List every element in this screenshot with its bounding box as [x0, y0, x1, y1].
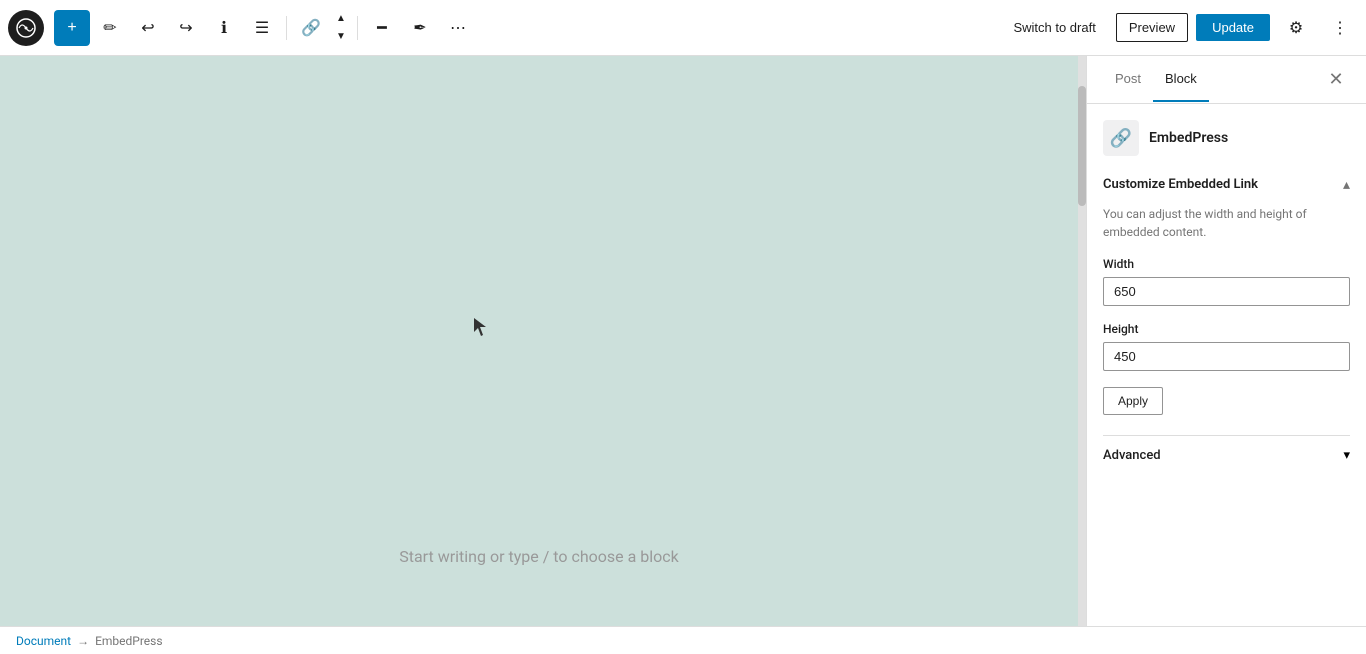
tab-post[interactable]: Post	[1103, 57, 1153, 102]
apply-button[interactable]: Apply	[1103, 387, 1163, 415]
align-button[interactable]: ━	[364, 10, 400, 46]
tools-button[interactable]: ✏	[92, 10, 128, 46]
cursor-icon	[474, 318, 486, 336]
close-icon: ✕	[1328, 69, 1343, 90]
details-button[interactable]: ℹ	[206, 10, 242, 46]
block-name-label: EmbedPress	[1149, 130, 1228, 146]
height-label: Height	[1103, 322, 1350, 336]
pencil-icon: ✏	[103, 18, 116, 38]
add-block-button[interactable]: +	[54, 10, 90, 46]
settings-button[interactable]: ⚙	[1278, 10, 1314, 46]
list-view-button[interactable]: ☰	[244, 10, 280, 46]
wordpress-logo	[8, 10, 44, 46]
editor-scrollbar[interactable]	[1078, 56, 1086, 626]
settings-sidebar: Post Block ✕ 🔗 EmbedPress Customize Embe…	[1086, 56, 1366, 626]
advanced-section[interactable]: Advanced ▾	[1103, 435, 1350, 475]
scrollbar-thumb[interactable]	[1078, 86, 1086, 206]
switch-to-draft-button[interactable]: Switch to draft	[1001, 14, 1107, 41]
breadcrumb-document[interactable]: Document	[16, 634, 71, 648]
align-icon: ━	[377, 18, 387, 38]
breadcrumb-separator: →	[77, 634, 89, 648]
width-field: Width	[1103, 257, 1350, 322]
toolbar-divider-1	[286, 16, 287, 40]
block-header: 🔗 EmbedPress	[1103, 120, 1350, 156]
close-sidebar-button[interactable]: ✕	[1322, 66, 1350, 94]
highlighter-button[interactable]: ✒	[402, 10, 438, 46]
breadcrumb-current: EmbedPress	[95, 634, 163, 648]
more-options-block-button[interactable]: ⋯	[440, 10, 476, 46]
up-down-arrows: ▲ ▼	[331, 10, 351, 46]
width-label: Width	[1103, 257, 1350, 271]
more-menu-button[interactable]: ⋮	[1322, 10, 1358, 46]
section-collapse-button[interactable]: ▴	[1343, 176, 1350, 193]
tab-block[interactable]: Block	[1153, 57, 1209, 102]
height-field: Height	[1103, 322, 1350, 387]
bottom-bar: Document → EmbedPress	[0, 626, 1366, 654]
link-icon: 🔗	[301, 18, 321, 38]
embedpress-block-icon: 🔗	[1103, 120, 1139, 156]
vertical-ellipsis-icon: ⋮	[1332, 18, 1348, 38]
list-icon: ☰	[255, 18, 269, 38]
toolbar-right: Switch to draft Preview Update ⚙ ⋮	[1001, 10, 1358, 46]
section-description: You can adjust the width and height of e…	[1103, 205, 1350, 241]
redo-button[interactable]: ↪	[168, 10, 204, 46]
chevron-up-icon: ▴	[1343, 176, 1350, 192]
redo-icon: ↪	[179, 18, 192, 38]
section-header: Customize Embedded Link ▴	[1103, 176, 1350, 193]
sidebar-header: Post Block ✕	[1087, 56, 1366, 104]
plus-icon: +	[67, 19, 76, 37]
undo-button[interactable]: ↩	[130, 10, 166, 46]
editor-area[interactable]: Start writing or type / to choose a bloc…	[0, 56, 1078, 626]
editor-canvas	[0, 56, 1078, 626]
main-content: Start writing or type / to choose a bloc…	[0, 56, 1366, 626]
main-toolbar: + ✏ ↩ ↪ ℹ ☰ 🔗 ▲ ▼ ━ ✒ ⋯ Switch to draft …	[0, 0, 1366, 56]
ellipsis-icon: ⋯	[450, 18, 466, 38]
gear-icon: ⚙	[1289, 18, 1303, 38]
info-icon: ℹ	[221, 18, 227, 38]
toolbar-divider-2	[357, 16, 358, 40]
move-up-button[interactable]: ▲	[331, 10, 351, 28]
undo-icon: ↩	[141, 18, 154, 38]
highlighter-icon: ✒	[413, 18, 426, 38]
height-input[interactable]	[1103, 342, 1350, 371]
embedpress-link-button[interactable]: 🔗	[293, 10, 329, 46]
section-title-label: Customize Embedded Link	[1103, 177, 1258, 192]
move-down-button[interactable]: ▼	[331, 28, 351, 46]
customize-section: Customize Embedded Link ▴ You can adjust…	[1103, 176, 1350, 435]
width-input[interactable]	[1103, 277, 1350, 306]
preview-button[interactable]: Preview	[1116, 13, 1188, 42]
sidebar-content: 🔗 EmbedPress Customize Embedded Link ▴ Y…	[1087, 104, 1366, 626]
advanced-label: Advanced	[1103, 448, 1161, 463]
chevron-down-icon: ▾	[1343, 448, 1350, 463]
embedpress-link-icon: 🔗	[1110, 128, 1132, 149]
update-button[interactable]: Update	[1196, 14, 1270, 41]
